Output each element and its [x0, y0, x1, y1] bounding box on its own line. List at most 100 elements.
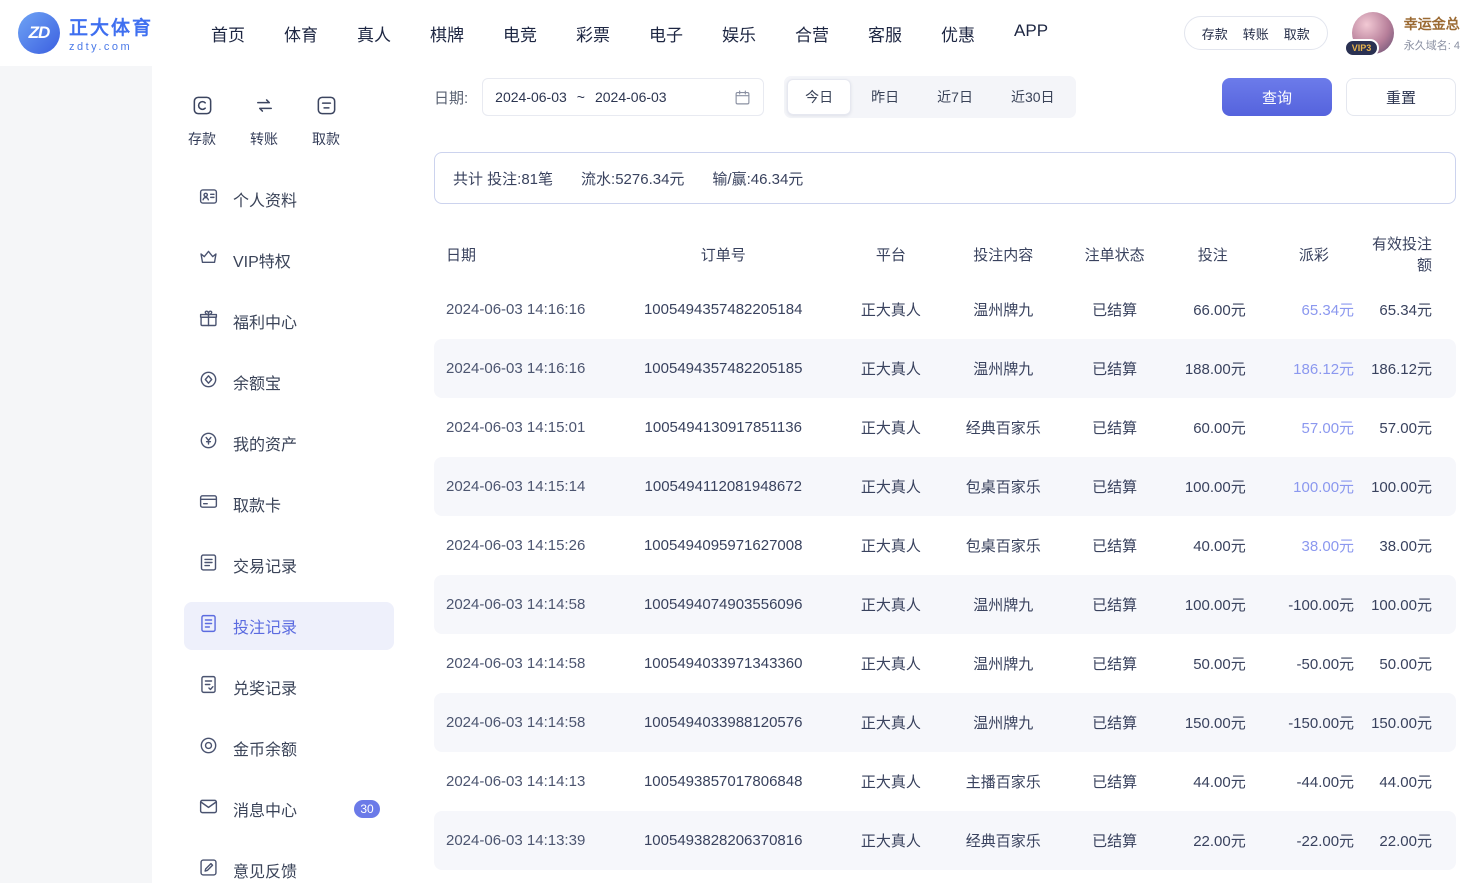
cell-platform: 正大真人	[839, 358, 943, 379]
deposit-icon	[191, 94, 214, 120]
col-header-bet: 投注	[1166, 244, 1260, 265]
nav-item-promotions[interactable]: 优惠	[941, 21, 975, 46]
cell-bet: 100.00元	[1166, 476, 1260, 497]
table-row: 2024-06-03 14:14:58 1005494033988120576 …	[434, 693, 1456, 752]
cell-bet: 66.00元	[1166, 299, 1260, 320]
user-permanent-domain: 永久域名: 4	[1404, 37, 1460, 53]
nav-item-entertainment[interactable]: 娱乐	[722, 21, 756, 46]
cell-order: 1005494130917851136	[608, 419, 839, 436]
summary-total-bets: 共计 投注:81笔	[453, 168, 553, 189]
quick-action-deposit[interactable]: 存款	[188, 94, 216, 149]
quick-action-transfer[interactable]: 转账	[250, 94, 278, 149]
date-range-input[interactable]: 2024-06-03 ~ 2024-06-03	[482, 78, 764, 116]
cell-date: 2024-06-03 14:14:58	[434, 714, 608, 731]
cell-content: 主播百家乐	[943, 771, 1064, 792]
quick-filter-yesterday[interactable]: 昨日	[853, 79, 917, 115]
cell-valid-bet: 22.00元	[1368, 830, 1456, 851]
menu-item-label: 投注记录	[233, 614, 297, 638]
sidebar-item-welfare[interactable]: 福利中心	[184, 297, 394, 345]
quick-filter-today[interactable]: 今日	[787, 79, 851, 115]
cell-status: 已结算	[1064, 358, 1166, 379]
brand-logo[interactable]: ZD 正大体育 zdty.com	[18, 12, 153, 54]
cell-bet: 22.00元	[1166, 830, 1260, 851]
menu-item-label: 兑奖记录	[233, 675, 297, 699]
cell-valid-bet: 100.00元	[1368, 594, 1456, 615]
cell-valid-bet: 100.00元	[1368, 476, 1456, 497]
quick-action-withdraw[interactable]: 取款	[312, 94, 340, 149]
cell-status: 已结算	[1064, 476, 1166, 497]
nav-item-app[interactable]: APP	[1014, 21, 1048, 46]
cell-date: 2024-06-03 14:14:58	[434, 655, 608, 672]
quick-filter-last7days[interactable]: 近7日	[919, 79, 991, 115]
sidebar-item-withdraw-card[interactable]: 取款卡	[184, 480, 394, 528]
summary-winloss: 输/赢:46.34元	[712, 168, 803, 189]
user-avatar[interactable]: VIP3	[1352, 12, 1394, 54]
query-button[interactable]: 查询	[1222, 78, 1332, 116]
nav-item-board-games[interactable]: 棋牌	[430, 21, 464, 46]
user-name: 幸运金总	[1404, 14, 1460, 34]
sidebar-item-yuebao[interactable]: 余额宝	[184, 358, 394, 406]
quick-action-label: 取款	[312, 129, 340, 149]
cell-payout: -44.00元	[1260, 771, 1368, 792]
cell-order: 1005494357482205184	[608, 301, 839, 318]
sidebar-menu: 个人资料 VIP特权 福利中心 余额宝 我的资产 取款卡	[184, 175, 394, 883]
reset-button[interactable]: 重置	[1346, 78, 1456, 116]
crown-icon	[198, 247, 219, 273]
cell-status: 已结算	[1064, 653, 1166, 674]
cell-bet: 60.00元	[1166, 417, 1260, 438]
summary-bar: 共计 投注:81笔 流水:5276.34元 输/赢:46.34元	[434, 152, 1456, 204]
cell-status: 已结算	[1064, 594, 1166, 615]
sidebar-item-feedback[interactable]: 意见反馈	[184, 846, 394, 883]
user-info: 幸运金总 永久域名: 4	[1404, 14, 1460, 53]
cell-order: 1005493828206370816	[608, 832, 839, 849]
header-transfer-link[interactable]: 转账	[1243, 24, 1269, 43]
date-separator: ~	[577, 89, 585, 105]
cell-status: 已结算	[1064, 417, 1166, 438]
sidebar-item-bet-records[interactable]: 投注记录	[184, 602, 394, 650]
sidebar-item-profile[interactable]: 个人资料	[184, 175, 394, 223]
cell-order: 1005494112081948672	[608, 478, 839, 495]
cell-valid-bet: 57.00元	[1368, 417, 1456, 438]
cell-payout: 57.00元	[1260, 417, 1368, 438]
sidebar-item-assets[interactable]: 我的资产	[184, 419, 394, 467]
cell-bet: 100.00元	[1166, 594, 1260, 615]
cell-platform: 正大真人	[839, 653, 943, 674]
col-header-status: 注单状态	[1064, 244, 1166, 265]
menu-item-label: 意见反馈	[233, 858, 297, 882]
cell-platform: 正大真人	[839, 299, 943, 320]
table-row: 2024-06-03 14:15:14 1005494112081948672 …	[434, 457, 1456, 516]
nav-item-live-casino[interactable]: 真人	[357, 21, 391, 46]
cell-payout: 186.12元	[1260, 358, 1368, 379]
nav-item-esports[interactable]: 电竞	[503, 21, 537, 46]
cell-bet: 188.00元	[1166, 358, 1260, 379]
nav-item-sports[interactable]: 体育	[284, 21, 318, 46]
menu-item-label: 消息中心	[233, 797, 297, 821]
sidebar-item-vip[interactable]: VIP特权	[184, 236, 394, 284]
cell-content: 经典百家乐	[943, 417, 1064, 438]
menu-item-label: VIP特权	[233, 248, 291, 272]
sidebar-item-redeem-records[interactable]: 兑奖记录	[184, 663, 394, 711]
nav-item-lottery[interactable]: 彩票	[576, 21, 610, 46]
cell-status: 已结算	[1064, 299, 1166, 320]
nav-item-customer-service[interactable]: 客服	[868, 21, 902, 46]
sidebar-item-coin-balance[interactable]: 金币余额	[184, 724, 394, 772]
menu-item-label: 余额宝	[233, 370, 281, 394]
header-withdraw-link[interactable]: 取款	[1284, 24, 1310, 43]
header-deposit-link[interactable]: 存款	[1202, 24, 1228, 43]
quick-date-filters: 今日 昨日 近7日 近30日	[784, 76, 1075, 118]
coin-icon	[198, 735, 219, 761]
sidebar-item-messages[interactable]: 消息中心 30	[184, 785, 394, 833]
withdraw-icon	[315, 94, 338, 120]
nav-item-slots[interactable]: 电子	[649, 21, 683, 46]
sidebar-item-transactions[interactable]: 交易记录	[184, 541, 394, 589]
menu-item-label: 交易记录	[233, 553, 297, 577]
calendar-icon[interactable]	[734, 89, 751, 106]
table-row: 2024-06-03 14:14:58 1005494074903556096 …	[434, 575, 1456, 634]
nav-item-home[interactable]: 首页	[211, 21, 245, 46]
cell-platform: 正大真人	[839, 771, 943, 792]
nav-item-partnership[interactable]: 合营	[795, 21, 829, 46]
quick-filter-last30days[interactable]: 近30日	[993, 79, 1073, 115]
col-header-date: 日期	[434, 244, 608, 265]
main-nav: 首页 体育 真人 棋牌 电竞 彩票 电子 娱乐 合营 客服 优惠 APP	[211, 21, 1048, 46]
id-card-icon	[198, 186, 219, 212]
